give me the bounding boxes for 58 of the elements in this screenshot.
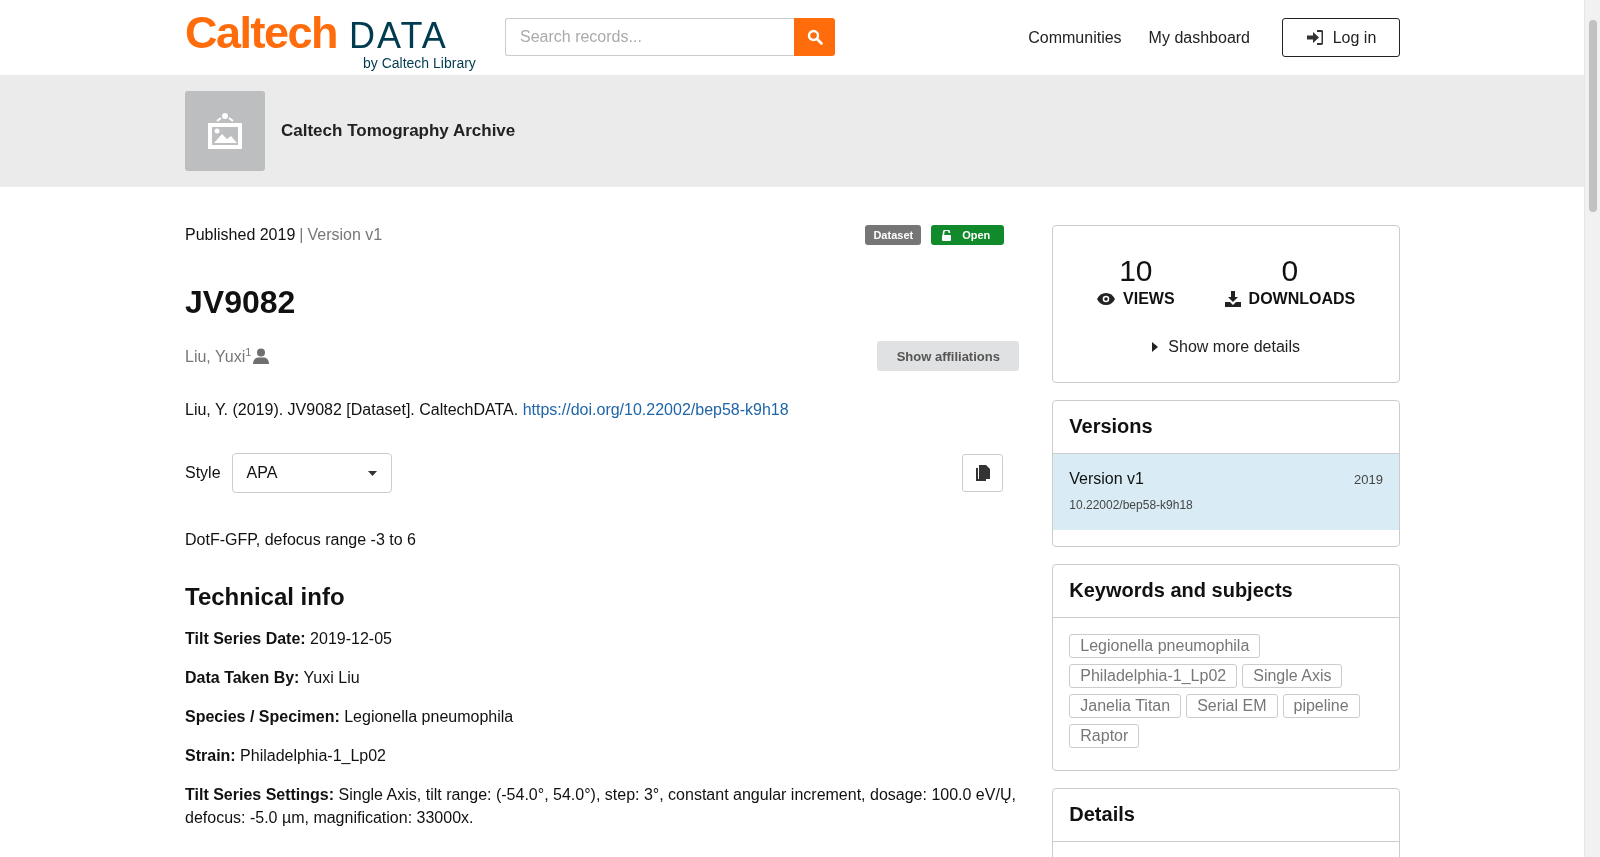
logo-product: DATA	[349, 18, 448, 54]
scrollbar[interactable]	[1584, 0, 1600, 857]
technical-field: Data Taken By: Yuxi Liu	[185, 666, 1020, 690]
downloads-label: DOWNLOADS	[1248, 290, 1356, 308]
caret-right-icon	[1152, 342, 1159, 352]
views-count: 10	[1119, 256, 1153, 286]
unlock-icon	[941, 229, 953, 241]
record-badge: Dataset	[865, 225, 922, 245]
copy-button[interactable]	[962, 454, 1004, 493]
nav-link[interactable]: Communities	[1028, 28, 1122, 47]
caret-icon	[367, 470, 377, 476]
keyword-tag[interactable]: Raptor	[1069, 724, 1140, 748]
technical-field: Tilt Series Date: 2019-12-05	[185, 627, 1020, 651]
search-button[interactable]	[794, 17, 835, 56]
download-icon	[1224, 291, 1241, 307]
version-label: Version v1	[307, 226, 383, 243]
style-label: Style	[185, 464, 221, 483]
version-name: Version v1	[1069, 470, 1144, 488]
version-item[interactable]: Version v1 2019 10.22002/bep58-k9h18	[1053, 454, 1399, 530]
show-affiliations-button[interactable]: Show affiliations	[877, 341, 1020, 372]
technical-field: Tilt Series Settings: Single Axis, tilt range: (-54.0°, 54.0°), step: 3°, constant angular increment, dosage: 100.0 eV/Ų, defocus: -5.0 µm, magnification: 33000x.	[185, 783, 1020, 830]
nav-link[interactable]: My dashboard	[1148, 28, 1250, 47]
search-field[interactable]: Search records...	[505, 17, 794, 56]
published-date: Published 2019	[185, 226, 296, 243]
login-icon	[1305, 30, 1323, 45]
views-label: VIEWS	[1123, 290, 1175, 308]
scrollbar-thumb[interactable]	[1588, 20, 1597, 212]
section-heading: Technical info	[185, 583, 346, 612]
record-title: JV9082	[185, 283, 297, 322]
keyword-tag[interactable]: Serial EM	[1186, 694, 1278, 718]
doi-link[interactable]: https://doi.org/10.22002/bep58-k9h18	[522, 401, 789, 419]
citation-text: Liu, Y. (2019). JV9082 [Dataset]. CaltechDATA. https://doi.org/10.22002/bep58-k9h18	[185, 401, 790, 420]
style-dropdown[interactable]: APA	[231, 453, 392, 494]
image-placeholder-icon	[205, 111, 245, 151]
description: DotF-GFP, defocus range -3 to 6	[185, 531, 417, 550]
show-more-details-toggle[interactable]: Show more details	[1152, 338, 1300, 356]
keyword-tag[interactable]: pipeline	[1282, 694, 1360, 718]
logo-tagline: by Caltech Library	[363, 55, 477, 71]
technical-field: Species / Specimen: Legionella pneumophila	[185, 705, 1020, 729]
version-year: 2019	[1354, 471, 1383, 487]
downloads-count: 0	[1281, 256, 1299, 286]
card-heading: Keywords and subjects	[1053, 565, 1399, 618]
card-heading: Details	[1053, 789, 1399, 842]
separator: |	[299, 226, 304, 243]
version-doi: 10.22002/bep58-k9h18	[1069, 498, 1194, 512]
person-icon	[253, 348, 270, 365]
record-badge: Open	[931, 225, 1005, 245]
copy-icon	[975, 465, 990, 482]
keyword-tag[interactable]: Single Axis	[1242, 664, 1343, 688]
creator-name[interactable]: Liu, Yuxi$^{1}$	[185, 346, 252, 367]
search-icon	[806, 28, 823, 45]
login-button[interactable]: Log in	[1282, 18, 1400, 57]
technical-field: Strain: Philadelphia-1_Lp02	[185, 744, 1020, 768]
community-name[interactable]: Caltech Tomography Archive	[281, 121, 516, 141]
keyword-tag[interactable]: Janelia Titan	[1069, 694, 1182, 718]
eye-icon	[1097, 293, 1116, 305]
keyword-tag[interactable]: Philadelphia-1_Lp02	[1069, 664, 1238, 688]
keyword-tag[interactable]: Legionella pneumophila	[1069, 634, 1261, 658]
